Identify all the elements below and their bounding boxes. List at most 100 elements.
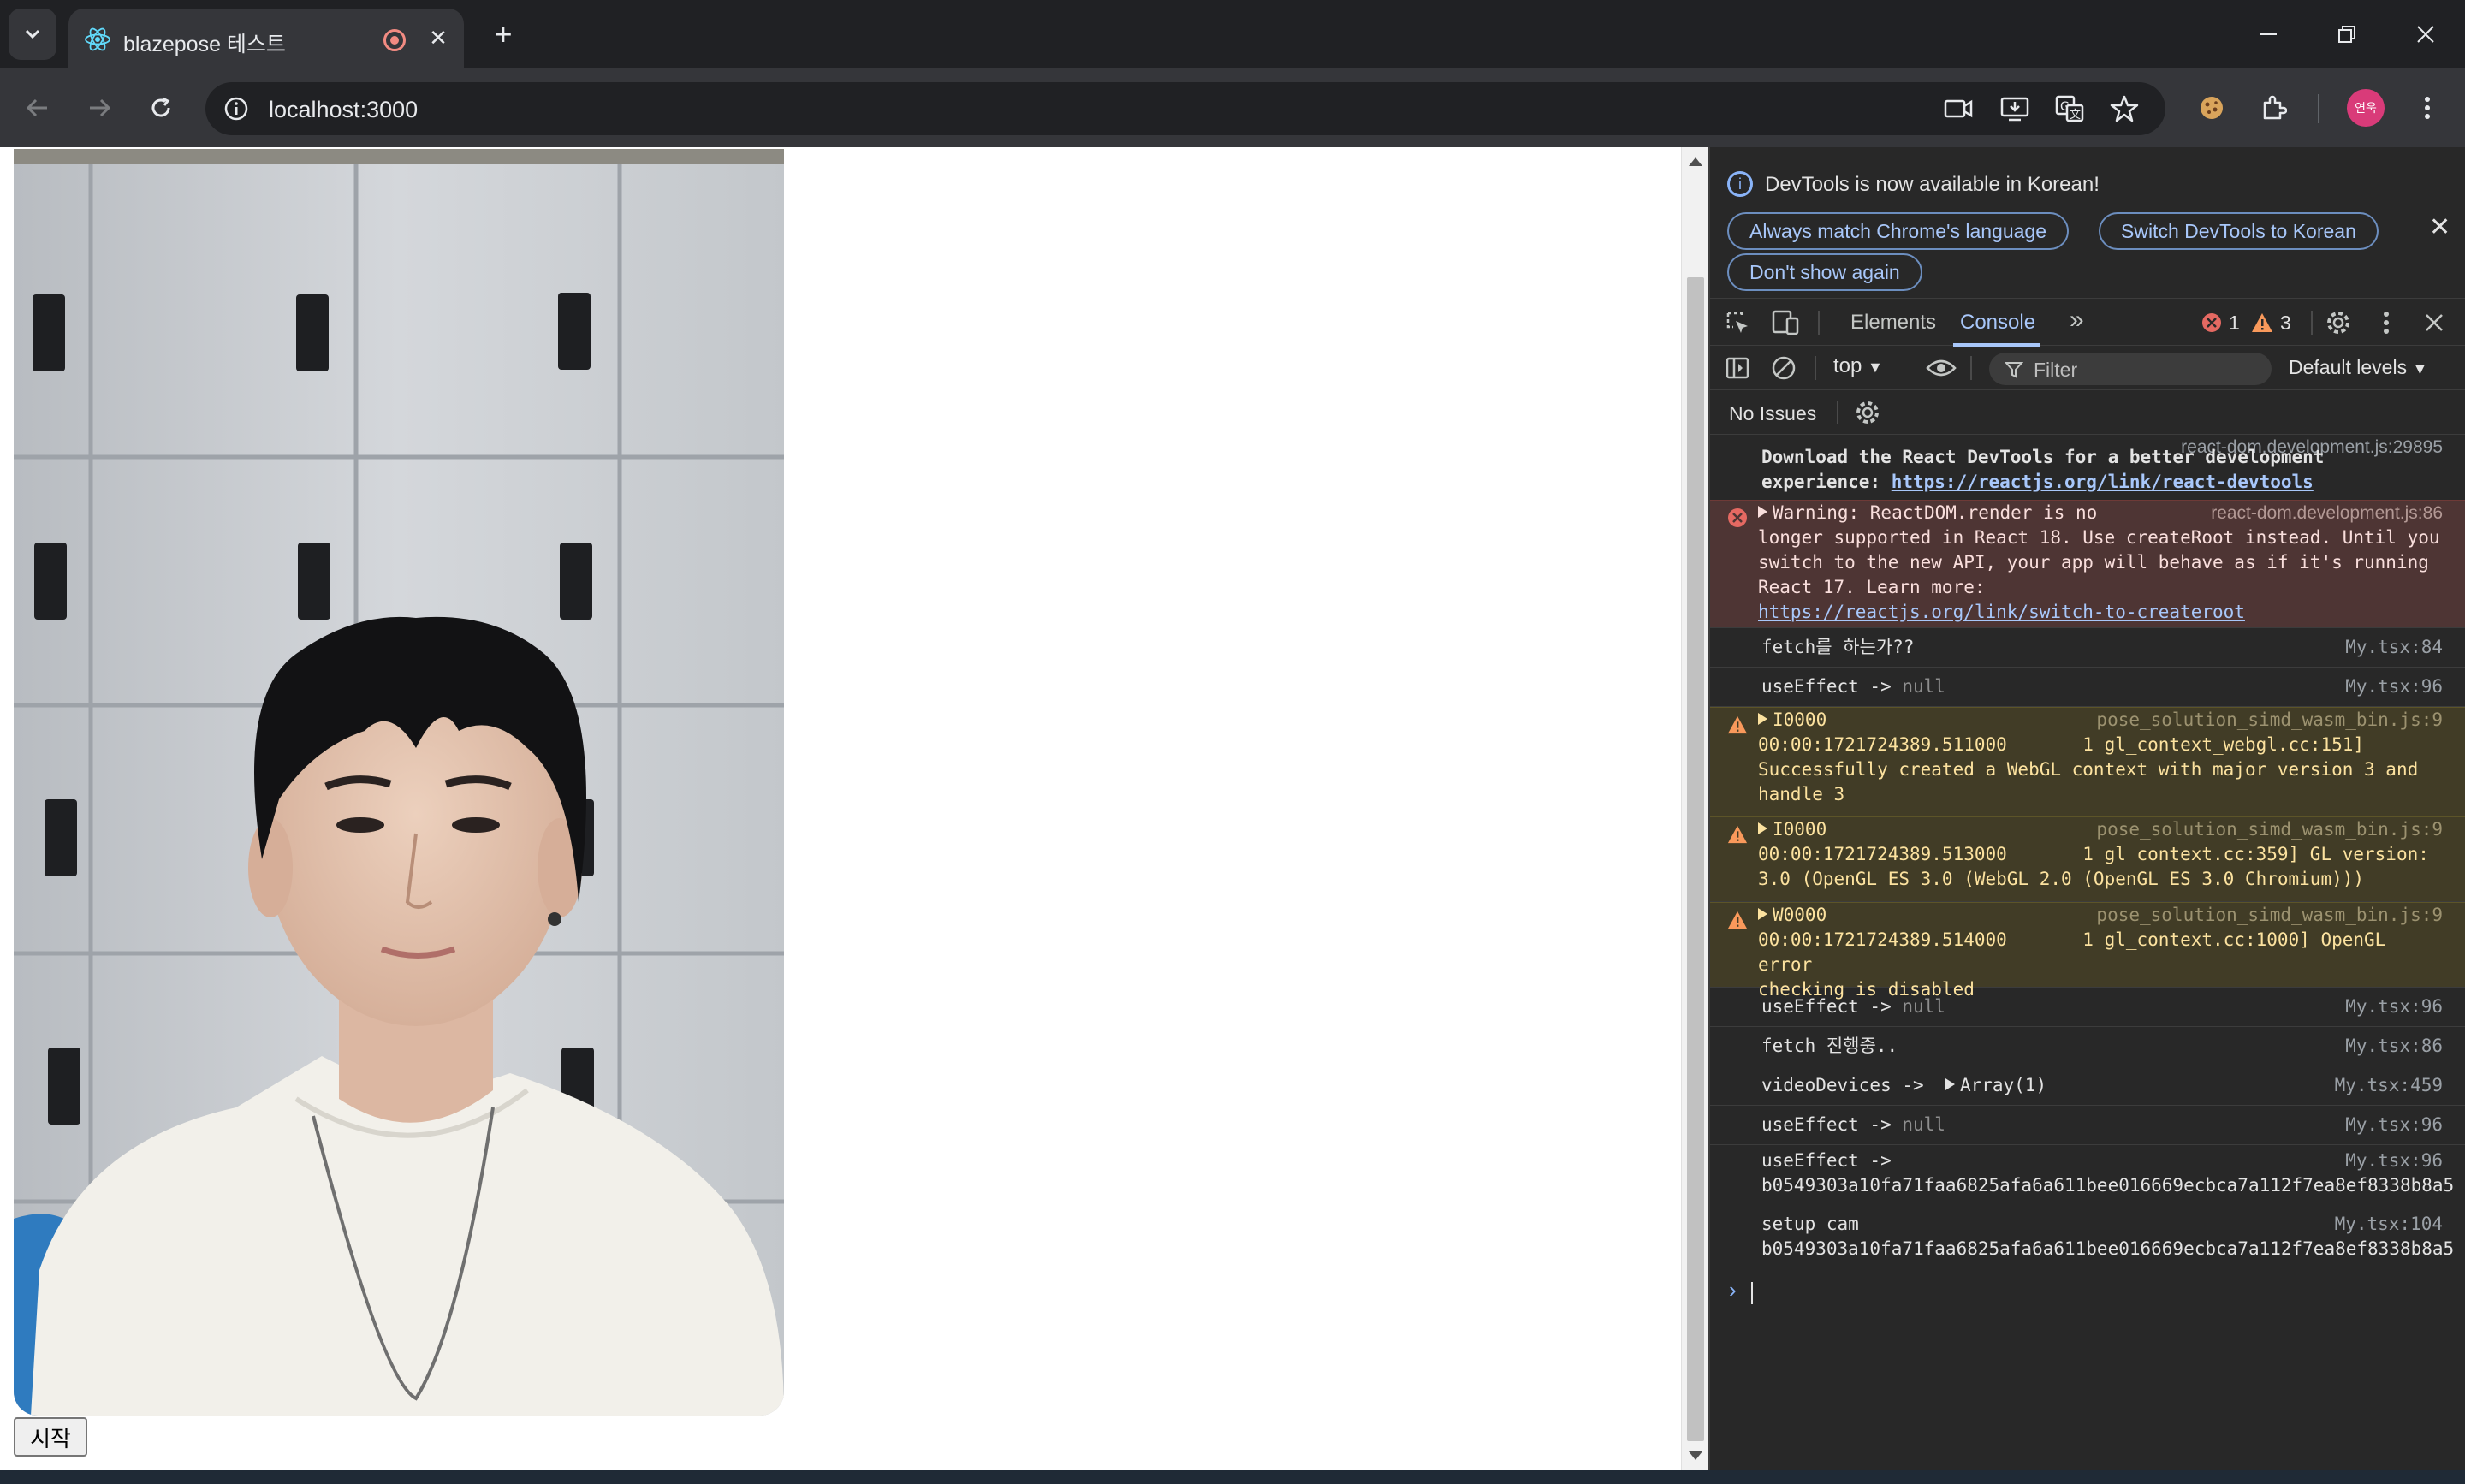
clear-console-icon[interactable] (1768, 353, 1799, 383)
tab-console[interactable]: Console (1960, 311, 2035, 335)
reload-button[interactable] (140, 87, 181, 128)
more-tabs-button[interactable]: » (2070, 306, 2084, 335)
restore-button[interactable] (2321, 12, 2373, 56)
more-menu-button[interactable] (2409, 89, 2446, 127)
console-warning-message: pose_solution_simd_wasm_bin.js:9 I0000 0… (1710, 816, 2465, 902)
console-output: react-dom.development.js:29895 Download … (1710, 435, 2465, 1470)
message-text: Warning: ReactDOM.render is no longer su… (1758, 501, 2444, 625)
filter-input[interactable]: Filter (1989, 353, 2272, 385)
scroll-up-arrow[interactable] (1689, 157, 1702, 166)
sidebar-toggle-icon[interactable] (1722, 353, 1753, 383)
message-source-link[interactable]: My.tsx:96 (2345, 1113, 2443, 1137)
log-levels-select[interactable]: Default levels ▼ (2289, 356, 2427, 379)
warning-count-text: 3 (2280, 311, 2291, 334)
message-source-link[interactable]: My.tsx:96 (2345, 1149, 2443, 1173)
message-text: I0000 00:00:1721724389.513000 1 gl_conte… (1758, 817, 2444, 892)
tab-elements[interactable]: Elements (1850, 311, 1936, 335)
array-expander[interactable]: Array(1) (1945, 1075, 2046, 1095)
error-line1: Warning: ReactDOM.render is no (1773, 502, 2098, 523)
bookmark-star-icon[interactable] (2109, 93, 2140, 124)
console-message: react-dom.development.js:29895 Download … (1710, 435, 2465, 492)
log-label: useEffect -> (1761, 1114, 1903, 1135)
context-value: top (1833, 354, 1862, 377)
reload-icon (151, 97, 170, 117)
address-bar[interactable]: localhost:3000 G文 (205, 82, 2165, 135)
warning-text: 00:00:1721724389.513000 1 gl_context.cc:… (1758, 844, 2429, 889)
filterbar-divider (1970, 356, 1972, 380)
console-prompt-icon: › (1729, 1277, 1737, 1303)
message-source-link[interactable]: My.tsx:459 (2335, 1073, 2443, 1098)
site-info-icon (224, 97, 248, 121)
start-button[interactable]: 시작 (14, 1417, 87, 1457)
close-devtools-icon[interactable] (2419, 307, 2450, 338)
profile-avatar[interactable]: 연욱 (2347, 89, 2385, 127)
scroll-down-arrow[interactable] (1689, 1451, 1702, 1460)
message-source-link[interactable]: My.tsx:96 (2345, 674, 2443, 699)
banner-close-icon[interactable]: ✕ (2429, 212, 2450, 242)
error-text: longer supported in React 18. Use create… (1758, 527, 2440, 597)
message-source-link[interactable]: My.tsx:84 (2345, 635, 2443, 660)
browser-toolbar: localhost:3000 G文 연욱 (0, 68, 2465, 147)
console-settings-icon[interactable] (1852, 397, 1883, 428)
more-icon (2425, 97, 2430, 119)
extensions-icon[interactable] (2254, 89, 2292, 127)
restore-icon (2338, 26, 2355, 43)
camera-icon[interactable] (1943, 93, 1974, 124)
log-levels-label: Default levels (2289, 356, 2408, 378)
device-toolbar-icon[interactable] (1770, 307, 1801, 338)
devtools-menu-icon[interactable] (2371, 307, 2402, 338)
console-input[interactable] (1751, 1282, 1753, 1304)
tab-close-button[interactable]: ✕ (421, 21, 455, 55)
new-tab-button[interactable]: + (484, 15, 522, 53)
log-label: useEffect -> (1761, 676, 1903, 697)
scroll-thumb[interactable] (1687, 277, 1704, 1441)
site-info-button[interactable] (219, 92, 253, 126)
expand-triangle-icon[interactable] (1758, 908, 1767, 920)
react-devtools-link[interactable]: https://reactjs.org/link/react-devtools (1892, 472, 2314, 492)
warning-count[interactable]: 3 (2251, 311, 2291, 335)
back-button[interactable] (17, 87, 58, 128)
close-window-button[interactable] (2400, 12, 2451, 56)
log-hash: b0549303a10fa71faa6825afa6a611bee016669e… (1761, 1175, 2455, 1196)
tab-title: blazepose 테스트 (123, 33, 286, 56)
expand-triangle-icon[interactable] (1758, 713, 1767, 725)
inspect-element-icon[interactable] (1722, 307, 1753, 338)
message-text: fetch 진행중.. (1761, 1036, 1898, 1056)
browser-tab[interactable]: blazepose 테스트 ✕ (68, 9, 464, 68)
message-source-link[interactable]: My.tsx:104 (2335, 1212, 2443, 1237)
message-source-link[interactable]: My.tsx:96 (2345, 994, 2443, 1019)
tab-search-button[interactable] (9, 9, 56, 60)
forward-button[interactable] (79, 87, 120, 128)
taskbar-strip (0, 1470, 2465, 1484)
cookie-extension-icon[interactable] (2193, 89, 2230, 127)
back-icon (26, 98, 47, 117)
install-icon[interactable] (1999, 93, 2030, 124)
console-log-message: videoDevices -> Array(1) My.tsx:459 (1710, 1066, 2465, 1106)
expand-triangle-icon (1945, 1078, 1955, 1090)
expand-triangle-icon[interactable] (1758, 506, 1767, 518)
console-log-message: fetch를 하는가?? My.tsx:84 (1710, 628, 2465, 668)
chevron-down-icon: ▼ (2412, 360, 2428, 377)
url-text[interactable]: localhost:3000 (269, 97, 418, 123)
warning-head: W0000 (1773, 905, 1827, 925)
switch-korean-button[interactable]: Switch DevTools to Korean (2099, 212, 2379, 250)
match-language-button[interactable]: Always match Chrome's language (1727, 212, 2069, 250)
error-icon (1728, 508, 1747, 527)
console-log-message: useEffect -> null My.tsx:96 (1710, 1106, 2465, 1145)
settings-icon[interactable] (2323, 307, 2354, 338)
webcam-video (14, 149, 784, 1416)
page-scrollbar[interactable] (1681, 147, 1708, 1470)
minimize-button[interactable] (2242, 12, 2294, 56)
live-expression-eye-icon[interactable] (1924, 353, 1958, 383)
issues-status[interactable]: No Issues (1729, 402, 1816, 425)
warning-icon (1727, 825, 1748, 844)
expand-triangle-icon[interactable] (1758, 822, 1767, 834)
context-select[interactable]: top ▼ (1833, 354, 1883, 378)
createroot-link[interactable]: https://reactjs.org/link/switch-to-creat… (1758, 602, 2245, 622)
dont-show-again-button[interactable]: Don't show again (1727, 253, 1922, 291)
message-source-link[interactable]: My.tsx:86 (2345, 1034, 2443, 1059)
tabbar-divider (1818, 311, 1820, 335)
translate-icon[interactable]: G文 (2054, 93, 2085, 124)
error-icon (2202, 313, 2221, 332)
error-count[interactable]: 1 (2201, 311, 2240, 335)
